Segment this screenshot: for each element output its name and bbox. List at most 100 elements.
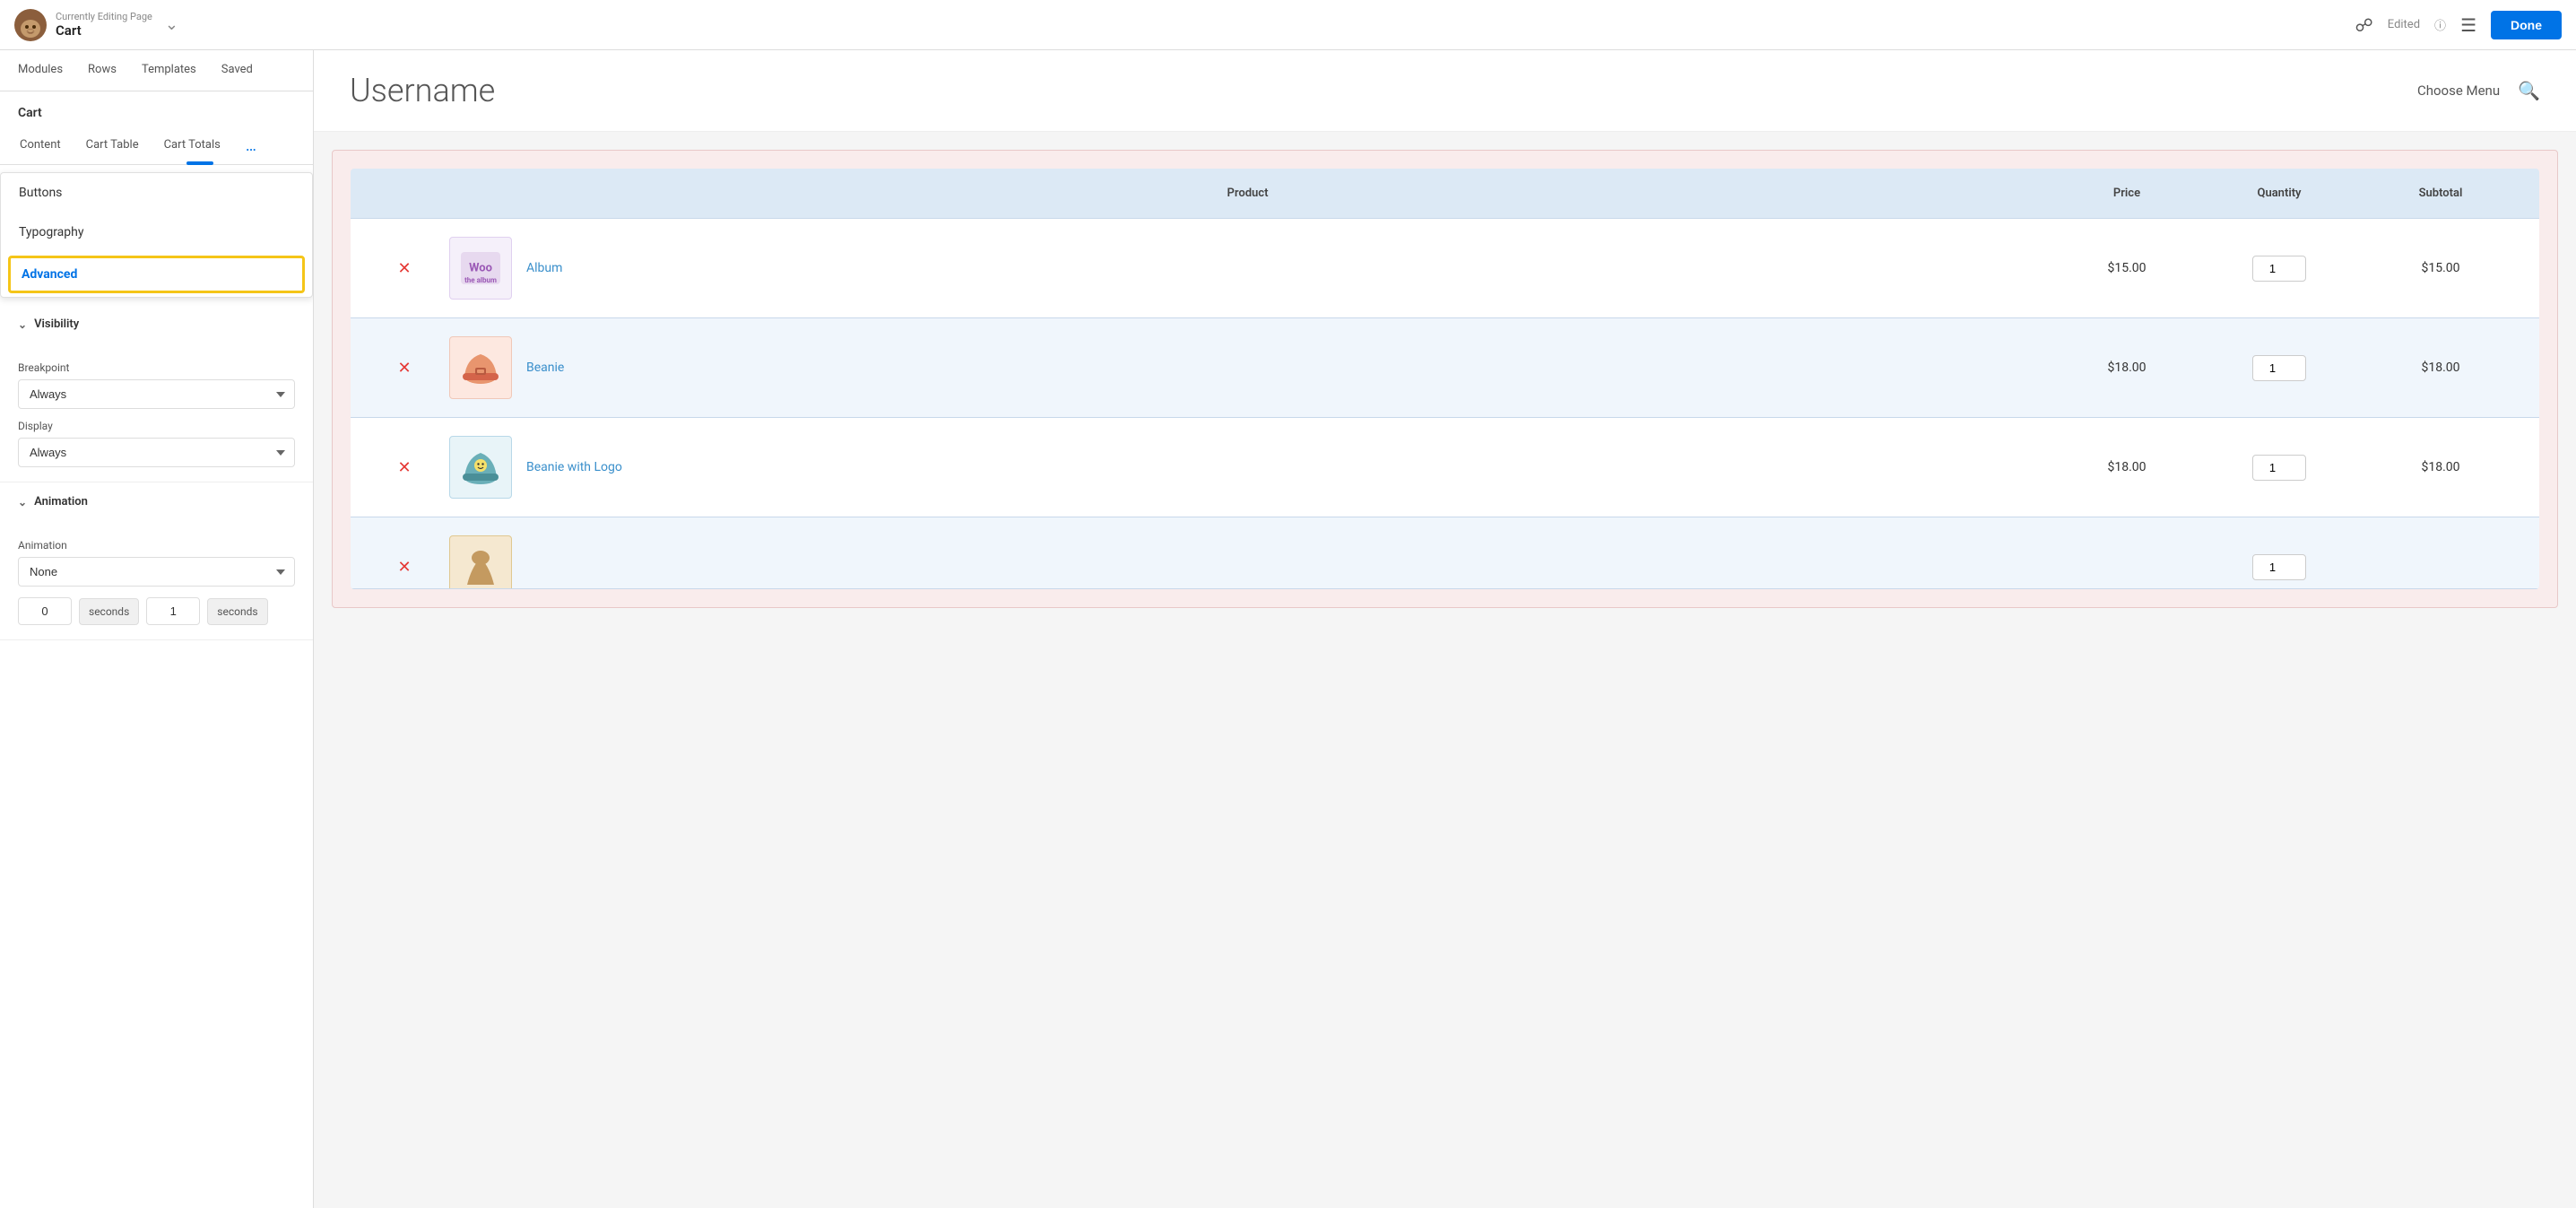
top-bar-right: ☍ Edited ⓘ ☰ Done (2355, 11, 2562, 39)
table-row: ✕ Woo the album Album (351, 219, 2539, 318)
visibility-chevron-icon: ⌄ (18, 318, 27, 331)
cart-table: Product Price Quantity Subtotal ✕ (351, 169, 2539, 589)
page-chevron-icon[interactable]: ⌄ (165, 15, 178, 34)
table-row: ✕ (351, 418, 2539, 517)
partial-qty-cell (2199, 554, 2360, 580)
done-button[interactable]: Done (2491, 11, 2562, 39)
editing-page-name: Cart (56, 22, 152, 39)
display-label: Display (18, 420, 295, 432)
search-icon[interactable]: 🔍 (2518, 80, 2540, 101)
remove-album-button[interactable]: ✕ (369, 259, 440, 278)
beanie-logo-qty-cell (2199, 455, 2360, 481)
breakpoint-select[interactable]: Always Desktop Tablet Mobile (18, 379, 295, 409)
sidebar-tab-templates[interactable]: Templates (131, 50, 207, 91)
tab-cart-table[interactable]: Cart Table (74, 127, 152, 164)
bear-logo-icon (14, 9, 47, 41)
dropdown-item-buttons[interactable]: Buttons (1, 173, 312, 213)
dropdown-item-typography[interactable]: Typography (1, 213, 312, 252)
visibility-section-body: Breakpoint Always Desktop Tablet Mobile … (0, 343, 313, 482)
main-layout: Modules Rows Templates Saved Cart Conten… (0, 50, 2576, 1208)
album-thumbnail: Woo the album (449, 237, 512, 300)
breakpoint-label: Breakpoint (18, 361, 295, 374)
delay-seconds-label: seconds (79, 598, 139, 625)
album-qty-cell (2199, 256, 2360, 282)
remove-partial-button[interactable]: ✕ (369, 558, 440, 577)
album-product-link[interactable]: Album (526, 261, 562, 275)
beanie-qty-input[interactable] (2252, 355, 2306, 381)
remove-beanie-logo-button[interactable]: ✕ (369, 458, 440, 477)
svg-text:Woo: Woo (469, 261, 492, 274)
animation-title: Animation (34, 495, 88, 508)
tab-indicator (186, 161, 213, 165)
content-tabs: Content Cart Table Cart Totals … (0, 127, 313, 165)
animation-delay-input[interactable] (18, 597, 72, 625)
beanie-logo-qty-input[interactable] (2252, 455, 2306, 481)
album-subtotal: $15.00 (2360, 261, 2521, 275)
partial-thumbnail (449, 535, 512, 589)
animation-section-body: Animation None Fade In Slide Up seconds … (0, 521, 313, 639)
page-header-right: Choose Menu 🔍 (2417, 80, 2540, 101)
cart-header-row: Product Price Quantity Subtotal (351, 169, 2539, 219)
sidebar-tab-rows[interactable]: Rows (77, 50, 127, 91)
table-row: ✕ (351, 318, 2539, 418)
visibility-title: Visibility (34, 317, 79, 331)
animation-label: Animation (18, 539, 295, 552)
beanie-logo-price: $18.00 (2055, 460, 2199, 474)
content-area: Username Choose Menu 🔍 Product Price Qua… (314, 50, 2576, 1208)
animation-chevron-icon: ⌄ (18, 496, 27, 508)
page-title: Username (350, 72, 495, 109)
beanie-thumbnail (449, 336, 512, 399)
currently-editing-label: Currently Editing Page (56, 11, 152, 22)
history-icon[interactable]: ☰ (2460, 14, 2476, 36)
beanie-logo-product-link[interactable]: Beanie with Logo (526, 460, 622, 474)
album-price: $15.00 (2055, 261, 2199, 275)
beanie-product-cell: Beanie (440, 336, 2055, 399)
sidebar-section-title: Cart (0, 91, 313, 127)
dropdown-menu: Buttons Typography Advanced (0, 172, 313, 298)
animation-select[interactable]: None Fade In Slide Up (18, 557, 295, 587)
col-product: Product (440, 187, 2055, 200)
beanie-qty-cell (2199, 355, 2360, 381)
tab-content[interactable]: Content (7, 127, 74, 164)
beanie-product-link[interactable]: Beanie (526, 361, 564, 375)
logo-text: Currently Editing Page Cart (56, 11, 152, 39)
animation-duration-row: seconds seconds (18, 597, 295, 625)
help-icon[interactable]: ⓘ (2434, 16, 2446, 33)
sidebar-tab-modules[interactable]: Modules (7, 50, 74, 91)
choose-menu[interactable]: Choose Menu (2417, 83, 2500, 99)
beanie-logo-thumbnail (449, 436, 512, 499)
cart-wrapper: Product Price Quantity Subtotal ✕ (332, 150, 2558, 608)
col-price: Price (2055, 187, 2199, 200)
beanie-logo-product-cell: Beanie with Logo (440, 436, 2055, 499)
dropdown-item-advanced[interactable]: Advanced (8, 256, 305, 293)
partial-qty-input[interactable] (2252, 554, 2306, 580)
remove-beanie-button[interactable]: ✕ (369, 359, 440, 378)
display-select[interactable]: Always None (18, 438, 295, 467)
sidebar-tab-saved[interactable]: Saved (211, 50, 264, 91)
table-row: ✕ (351, 517, 2539, 589)
tab-cart-totals[interactable]: Cart Totals (152, 127, 233, 164)
notification-icon[interactable]: ☍ (2355, 14, 2373, 36)
svg-text:the album: the album (464, 276, 497, 284)
duration-seconds-label: seconds (207, 598, 267, 625)
animation-section-header[interactable]: ⌄ Animation (0, 482, 313, 521)
logo-area: Currently Editing Page Cart ⌄ (14, 9, 319, 41)
animation-duration-input[interactable] (146, 597, 200, 625)
beanie-logo-subtotal: $18.00 (2360, 460, 2521, 474)
album-qty-input[interactable] (2252, 256, 2306, 282)
sidebar-nav-tabs: Modules Rows Templates Saved (0, 50, 313, 91)
visibility-section: ⌄ Visibility Breakpoint Always Desktop T… (0, 305, 313, 482)
partial-product-cell (440, 535, 2055, 589)
beanie-price: $18.00 (2055, 361, 2199, 375)
beanie-subtotal: $18.00 (2360, 361, 2521, 375)
animation-section: ⌄ Animation Animation None Fade In Slide… (0, 482, 313, 640)
col-quantity: Quantity (2199, 187, 2360, 200)
col-subtotal: Subtotal (2360, 187, 2521, 200)
top-bar: Currently Editing Page Cart ⌄ ☍ Edited ⓘ… (0, 0, 2576, 50)
album-product-cell: Woo the album Album (440, 237, 2055, 300)
tab-more-icon[interactable]: … (237, 127, 265, 164)
visibility-section-header[interactable]: ⌄ Visibility (0, 305, 313, 343)
sidebar: Modules Rows Templates Saved Cart Conten… (0, 50, 314, 1208)
edited-label: Edited (2388, 18, 2420, 31)
page-header: Username Choose Menu 🔍 (314, 50, 2576, 132)
